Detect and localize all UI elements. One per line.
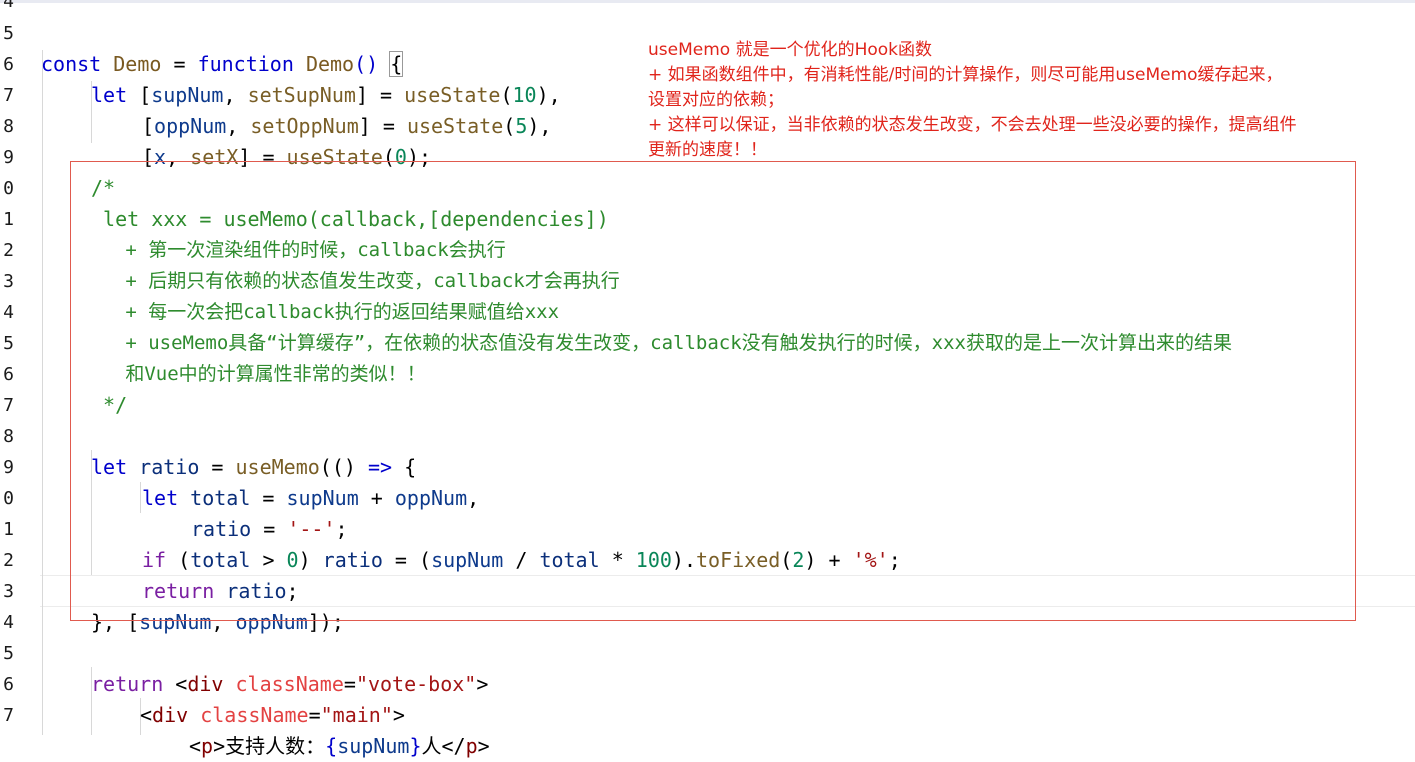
number: 5 (515, 114, 528, 138)
line-number: 7 (3, 705, 14, 726)
punct: < (189, 734, 202, 758)
punct: </ (441, 734, 466, 758)
indent-guide (42, 50, 43, 735)
jsx-tag: p (465, 734, 478, 758)
line-number: 1 (3, 519, 14, 540)
code-line[interactable]: <p>支持人数：{supNum}人</p> (189, 700, 490, 758)
jsx-tag: div (152, 703, 189, 727)
punct: < (140, 703, 153, 727)
punct: > (477, 734, 490, 758)
line-number: 0 (3, 488, 14, 509)
note-line: 更新的速度！！ (648, 140, 767, 160)
annotation-note: useMemo 就是一个优化的Hook函数 + 如果函数组件中，有消耗性能/时间… (648, 38, 1408, 163)
jsx-brace: } (409, 734, 422, 758)
code-line[interactable]: <div className="main"> (140, 669, 405, 727)
line-number: 9 (3, 457, 14, 478)
punct: ), (527, 114, 552, 138)
line-number: 4 (3, 612, 14, 633)
line-number: 4 (3, 302, 14, 323)
line-number: 4 (3, 0, 14, 12)
code-line[interactable]: return <div className="vote-box"> (91, 638, 488, 696)
code-line[interactable]: const Demo = function Demo() { (41, 18, 404, 77)
jsx-tag: p (201, 734, 214, 758)
line-number: 3 (3, 581, 14, 602)
line-number: 7 (3, 395, 14, 416)
line-number: 0 (3, 178, 14, 199)
line-number: 8 (3, 426, 14, 447)
line-number-gutter: 4 5 6 7 8 9 0 1 2 3 4 5 6 7 8 9 0 1 2 3 … (0, 0, 16, 735)
keyword: let (91, 83, 128, 107)
note-line: + 如果函数组件中，有消耗性能/时间的计算操作，则尽可能用useMemo缓存起来… (648, 65, 1283, 85)
line-number: 6 (3, 54, 14, 75)
code-line[interactable]: let [supNum, setSupNum] = useState(10), (91, 49, 561, 107)
line-number: 5 (3, 23, 14, 44)
line-number: 6 (3, 674, 14, 695)
punct: > (476, 672, 489, 696)
jsx-text: 支持人数： (225, 734, 326, 758)
line-number: 5 (3, 333, 14, 354)
editor-top-border (0, 0, 1415, 3)
line-number: 2 (3, 550, 14, 571)
jsx-text: 人 (421, 734, 442, 758)
note-title: useMemo 就是一个优化的Hook函数 (648, 40, 933, 60)
note-line: 设置对应的依赖； (648, 90, 784, 110)
jsx-brace: { (325, 734, 338, 758)
punct: ( (503, 114, 516, 138)
line-number: 5 (3, 643, 14, 664)
line-number: 1 (3, 209, 14, 230)
code-line[interactable]: [x, setX] = useState(0); (142, 111, 431, 169)
line-number: 2 (3, 240, 14, 261)
line-number: 7 (3, 85, 14, 106)
code-line[interactable]: [oppNum, setOppNum] = useState(5), (142, 80, 551, 138)
highlight-box (70, 161, 1356, 621)
line-number: 8 (3, 116, 14, 137)
variable: supNum (337, 734, 410, 758)
line-number: 6 (3, 364, 14, 385)
punct: > (213, 734, 226, 758)
line-number: 9 (3, 147, 14, 168)
note-line: + 这样可以保证，当非依赖的状态发生改变，不会去处理一些没必要的操作，提高组件 (648, 115, 1297, 135)
line-number: 3 (3, 271, 14, 292)
